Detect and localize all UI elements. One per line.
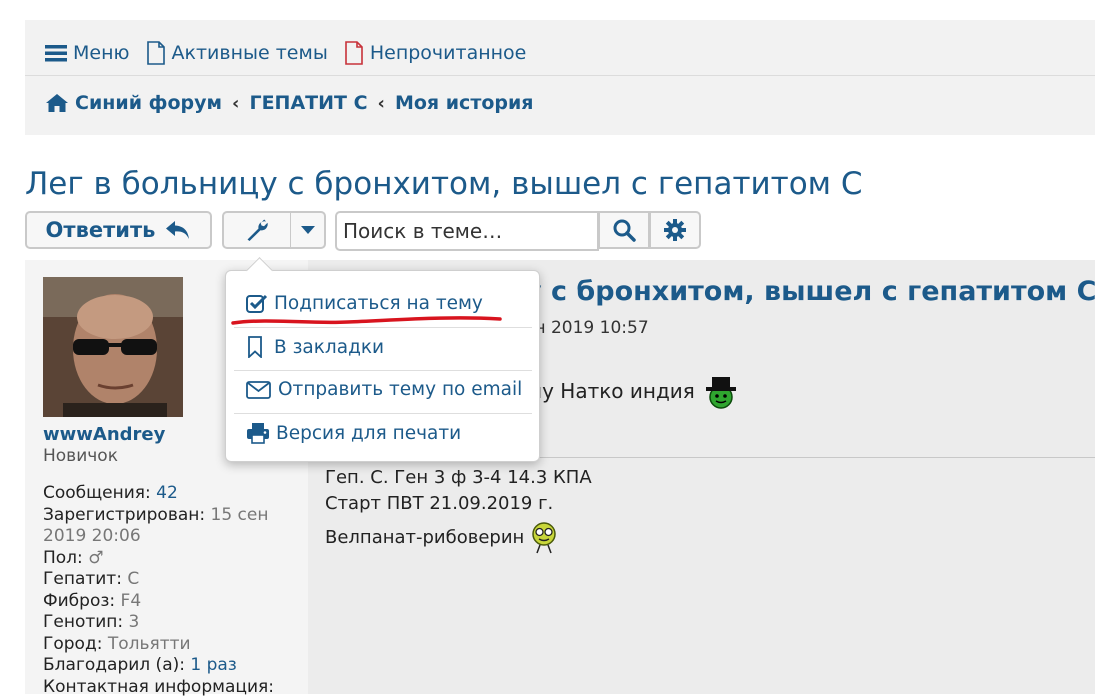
breadcrumb-home-label: Синий форум [75, 92, 222, 114]
breadcrumb-section[interactable]: ГЕПАТИТ С [249, 92, 367, 114]
topic-search-input[interactable] [335, 211, 599, 251]
search-options-button[interactable] [649, 211, 701, 249]
author-stats: Сообщения: 42 Зарегистрирован: 15 сен 20… [43, 483, 293, 698]
post-date: ен 2019 10:57 [524, 318, 649, 338]
bookmark-label: В закладки [274, 337, 384, 358]
dropdown-divider [234, 413, 532, 414]
nav-unread[interactable]: Непрочитанное [344, 41, 527, 65]
signature-line: Велпанат-рибоверин [325, 525, 524, 551]
stat-label: Зарегистрирован: [43, 505, 205, 525]
stat-label: Гепатит: [43, 569, 122, 589]
stat-value: C [127, 569, 139, 589]
smiley-hat-icon [701, 373, 741, 409]
search-button[interactable] [598, 211, 650, 249]
caret-down-icon [301, 226, 315, 235]
stat-value[interactable]: 42 [156, 483, 178, 503]
stat-value: Тольятти [108, 634, 191, 654]
document-red-icon [344, 41, 364, 65]
subscribe-topic-item[interactable]: Подписаться на тему [246, 293, 483, 314]
red-underline-annotation [228, 312, 528, 332]
print-version-item[interactable]: Версия для печати [246, 422, 461, 444]
post-body: му Натко индия [527, 373, 741, 409]
nav-unread-label: Непрочитанное [370, 42, 527, 64]
stat-value: 3 [129, 612, 140, 632]
signature: Геп. С. Ген 3 ф 3-4 14.3 КПА Старт ПВТ 2… [325, 465, 592, 555]
nav-menu[interactable]: Меню [45, 42, 130, 64]
thread-title[interactable]: Лег в больницу с бронхитом, вышел с гепа… [25, 166, 863, 202]
hamburger-icon [45, 44, 67, 62]
bookmark-item[interactable]: В закладки [246, 336, 384, 358]
breadcrumb: Синий форум ‹ ГЕПАТИТ С ‹ Моя история [45, 92, 534, 114]
nav-active-topics[interactable]: Активные темы [146, 41, 328, 65]
reply-button[interactable]: Ответить [25, 211, 212, 249]
top-bar: Меню Активные темы Непрочитанное Синий ф… [25, 20, 1095, 135]
email-topic-label: Отправить тему по email [278, 379, 522, 400]
avatar-image [43, 277, 183, 417]
topic-tools-button[interactable] [222, 211, 326, 249]
nav-menu-label: Меню [73, 42, 130, 64]
nav-row: Меню Активные темы Непрочитанное [45, 41, 542, 65]
stat-label: Пол: [43, 548, 83, 568]
printer-icon [246, 422, 270, 444]
stat-row: Пол: ♂ [43, 548, 293, 570]
signature-line: Геп. С. Ген 3 ф 3-4 14.3 КПА [325, 465, 592, 491]
stat-label: Благодарил (а): [43, 655, 185, 675]
stat-row: Город: Тольятти [43, 634, 293, 656]
stat-label: Фиброз: [43, 591, 115, 611]
stat-label: Генотип: [43, 612, 123, 632]
stat-value: F4 [121, 591, 142, 611]
topic-tools-caret[interactable] [291, 213, 324, 247]
stat-row: Фиброз: F4 [43, 591, 293, 613]
print-version-label: Версия для печати [276, 423, 461, 444]
home-icon [45, 93, 69, 113]
breadcrumb-separator: ‹ [232, 93, 239, 114]
breadcrumb-home[interactable]: Синий форум [45, 92, 222, 114]
stat-label: Город: [43, 634, 102, 654]
nav-active-topics-label: Активные темы [172, 42, 328, 64]
reply-arrow-icon [165, 220, 191, 240]
smiley-glasses-icon [530, 521, 558, 555]
author-rank: Новичок [43, 446, 118, 466]
breadcrumb-subsection[interactable]: Моя история [395, 92, 534, 114]
stat-row: Благодарил (а): 1 раз [43, 655, 293, 677]
author-username[interactable]: wwwAndrey [43, 424, 165, 445]
stat-row: Контактная информация: [43, 677, 293, 698]
topic-tools-wrench[interactable] [224, 213, 291, 247]
topic-tools-dropdown: Подписаться на тему В закладки Отправить… [225, 270, 540, 462]
stat-value[interactable]: 1 раз [190, 655, 236, 675]
email-topic-item[interactable]: Отправить тему по email [246, 379, 522, 400]
wrench-icon [245, 218, 269, 242]
search-icon [612, 218, 636, 242]
stat-row: Сообщения: 42 [43, 483, 293, 505]
signature-line: Старт ПВТ 21.09.2019 г. [325, 491, 592, 517]
reply-button-label: Ответить [46, 218, 156, 242]
document-icon [146, 41, 166, 65]
dropdown-divider [234, 370, 532, 371]
bookmark-icon [246, 336, 268, 358]
stat-row: Зарегистрирован: 15 сен 2019 20:06 [43, 505, 293, 548]
check-square-icon [246, 294, 268, 314]
nav-divider [25, 75, 1095, 76]
breadcrumb-separator: ‹ [378, 93, 385, 114]
stat-row: Гепатит: C [43, 569, 293, 591]
subscribe-topic-label: Подписаться на тему [274, 293, 483, 314]
envelope-icon [246, 380, 272, 400]
post-title[interactable]: у с бронхитом, вышел с гепатитом С [524, 276, 1095, 307]
post-text: му Натко индия [527, 379, 695, 403]
stat-value: ♂ [88, 548, 103, 568]
avatar[interactable] [43, 277, 183, 417]
stat-label: Сообщения: [43, 483, 151, 503]
signature-row: Велпанат-рибоверин [325, 521, 592, 555]
gear-icon [664, 219, 686, 241]
stat-row: Генотип: 3 [43, 612, 293, 634]
